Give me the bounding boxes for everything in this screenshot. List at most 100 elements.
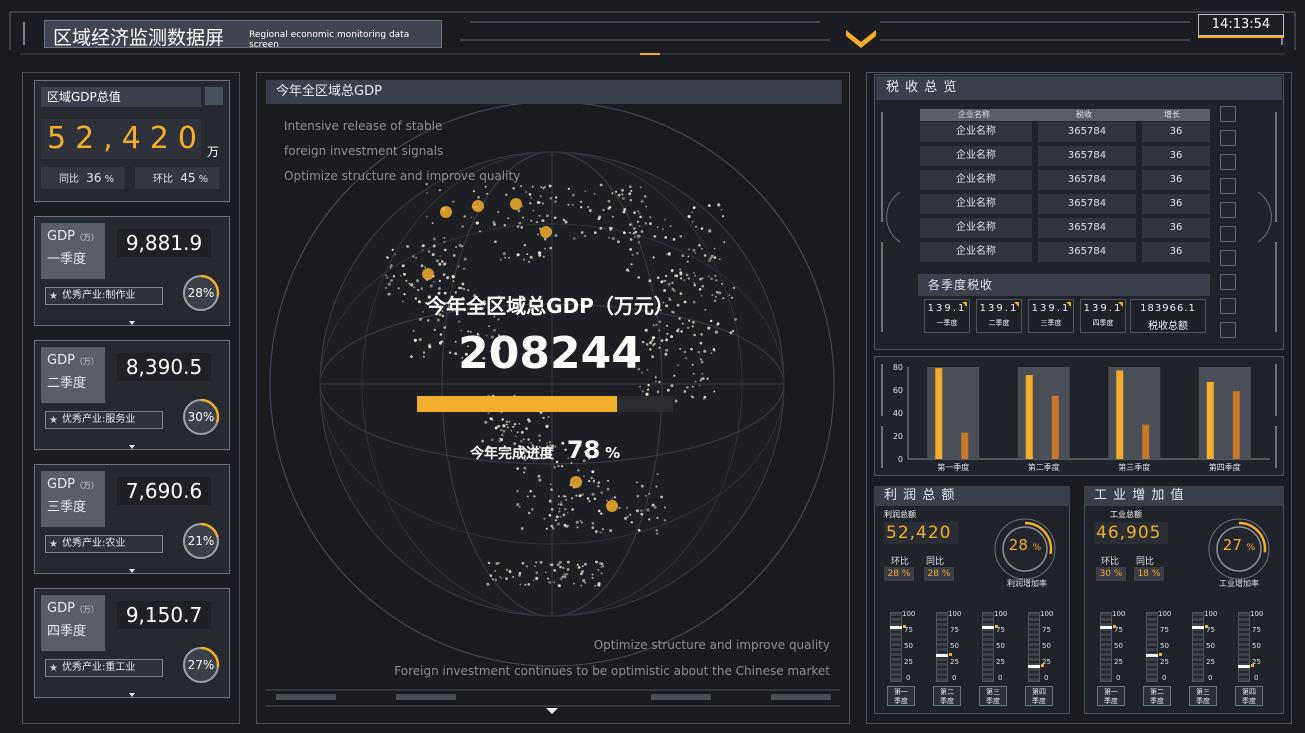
gauge-tick: 100 <box>994 610 1008 618</box>
globe-dot <box>438 189 441 192</box>
gauge-tick: 75 <box>1160 626 1169 634</box>
globe-dot <box>505 193 508 196</box>
page-subtitle: Regional economic monitoring data screen <box>249 30 410 50</box>
globe-dot <box>699 379 702 382</box>
gauge-track <box>1028 612 1040 682</box>
gauge-quarter-button[interactable]: 第二 季度 <box>1143 686 1171 706</box>
corner-marker-icon <box>1066 302 1071 307</box>
gauge-track <box>890 612 902 682</box>
globe-dot <box>652 344 655 347</box>
gauge-quarter-button[interactable]: 第四 季度 <box>1235 686 1263 706</box>
tax-cell-name: 企业名称 <box>920 242 1032 262</box>
globe-dot <box>637 241 641 244</box>
globe-dot <box>636 509 639 513</box>
industry-mom-value: 30 % <box>1096 567 1126 581</box>
globe-dot <box>693 272 695 274</box>
gauge-quarter-button[interactable]: 第二 季度 <box>933 686 961 706</box>
gauge-marker <box>890 626 902 629</box>
tax-quarter-box: 139.1 三季度 <box>1028 299 1074 333</box>
globe-dot <box>597 509 601 513</box>
globe-dot <box>443 240 446 243</box>
globe-dot <box>479 230 481 233</box>
globe-dot <box>622 196 625 200</box>
globe-dot <box>597 583 601 587</box>
center-top-text: Intensive release of stable foreign inve… <box>284 114 520 189</box>
globe-dot <box>648 518 651 521</box>
globe-dot <box>698 243 701 247</box>
gauge-quarter-button[interactable]: 第一 季度 <box>1097 686 1125 706</box>
page-title: 区域经济监测数据屏 <box>53 27 225 49</box>
globe-dot <box>488 325 491 328</box>
globe-dot <box>438 262 442 266</box>
globe-dot <box>508 570 512 574</box>
globe-dot <box>540 186 542 188</box>
gauge-quarter-button[interactable]: 第三 季度 <box>1189 686 1217 706</box>
globe-dot <box>463 215 466 218</box>
globe-dot <box>573 582 575 585</box>
globe-dot <box>580 584 583 587</box>
chart-bar-bg <box>927 367 980 459</box>
globe-dot <box>700 360 704 364</box>
quarter-card-notch <box>129 445 135 449</box>
globe-dot <box>597 569 600 571</box>
globe-dot <box>558 510 561 513</box>
globe-dot <box>520 527 524 530</box>
gauge-quarter-line1: 第一 <box>894 688 908 696</box>
globe-dot <box>517 209 521 213</box>
globe-dot <box>538 214 541 217</box>
globe-dot <box>721 283 723 285</box>
globe-dot <box>455 246 458 249</box>
globe-dot <box>593 192 596 195</box>
gauge-quarter-line1: 第一 <box>1104 688 1118 696</box>
globe-dot <box>692 206 696 209</box>
gauge-quarter-button[interactable]: 第四 季度 <box>1025 686 1053 706</box>
globe-dot <box>544 247 546 250</box>
globe-dot <box>626 506 629 509</box>
globe-dot <box>618 506 621 510</box>
gauge-tick: 50 <box>1114 642 1123 650</box>
gauge-tick: 75 <box>1114 626 1123 634</box>
globe-dot <box>648 492 651 495</box>
globe-dot <box>629 513 632 516</box>
globe-dot <box>665 348 669 352</box>
chart-bar <box>1051 395 1059 459</box>
center-headline: 今年全区域总GDP（万元） <box>426 294 674 318</box>
gauge-tick: 50 <box>1042 642 1051 650</box>
globe-dot <box>730 296 734 299</box>
globe-dot <box>623 208 627 211</box>
globe-dot <box>656 276 660 279</box>
profit-mom-label: 环比 <box>891 557 910 567</box>
gdp-total-value: 52,420 <box>41 119 201 159</box>
gauge-quarter-line1: 第二 <box>940 688 954 696</box>
globe-dot <box>428 343 431 347</box>
globe-dot <box>516 253 520 257</box>
globe-dot <box>708 259 711 262</box>
globe-dot <box>638 212 641 215</box>
tax-table-row: 企业名称 365784 36 <box>920 170 1210 190</box>
globe-dot <box>538 478 542 482</box>
gauge-tick: 0 <box>1116 674 1121 682</box>
globe-dot <box>583 234 587 238</box>
globe-dot <box>591 576 594 579</box>
gauge-quarter-line2: 季度 <box>940 697 954 705</box>
globe-dot <box>523 466 527 470</box>
globe-dot <box>502 429 506 433</box>
globe-dot <box>580 231 584 234</box>
tax-cell-name: 企业名称 <box>920 122 1032 142</box>
globe-dot <box>591 522 595 525</box>
industry-rate: 27 % <box>1206 536 1272 554</box>
globe-dot <box>647 383 650 387</box>
globe-dot <box>701 284 705 288</box>
gdp-mom-value: 45 <box>180 171 196 185</box>
gauge-quarter-button[interactable]: 第一 季度 <box>887 686 915 706</box>
globe-dot <box>683 279 686 282</box>
globe-dot <box>640 230 644 233</box>
gauge-quarter-button[interactable]: 第三 季度 <box>979 686 1007 706</box>
quarter-gdp-unit: （万） <box>74 481 99 490</box>
globe-dot <box>562 218 566 222</box>
tax-title: 税 收 总 览 <box>876 76 1282 100</box>
globe-dot <box>591 526 595 529</box>
gauge-tick: 50 <box>1252 642 1261 650</box>
globe-dot <box>640 509 643 512</box>
globe-dot <box>558 560 562 564</box>
